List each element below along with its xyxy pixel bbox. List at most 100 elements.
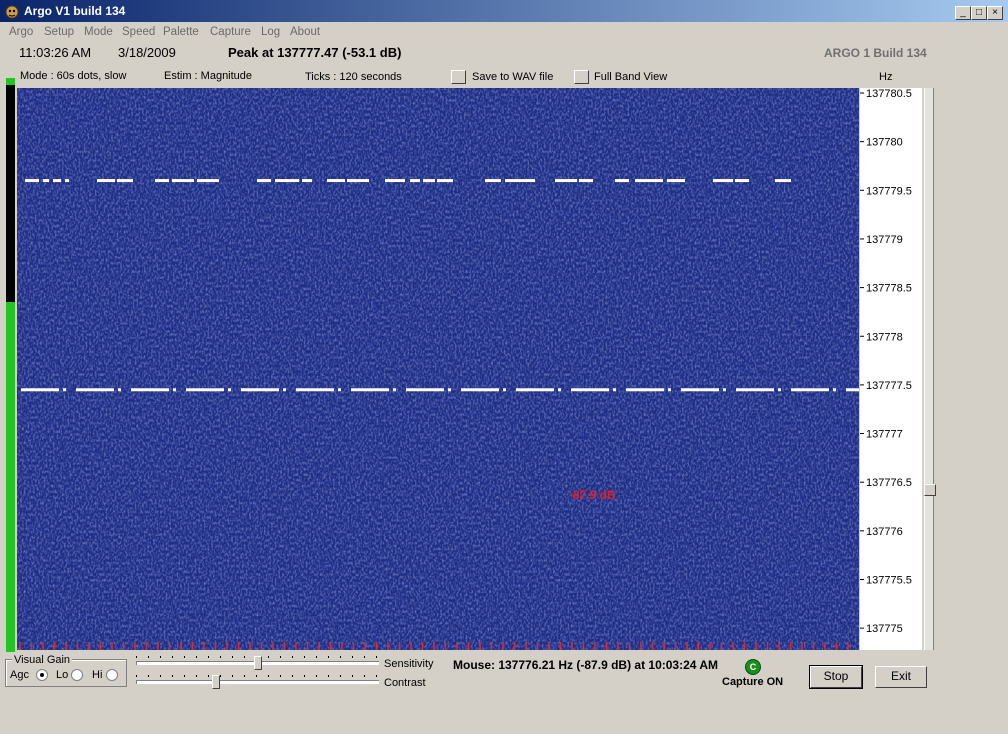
contrast-thumb[interactable]: [212, 675, 220, 689]
axis-label: 137778.5: [866, 283, 912, 295]
ticks-label: Ticks : 120 seconds: [305, 71, 402, 83]
menu-capture[interactable]: Capture: [210, 26, 251, 38]
save-wav-label[interactable]: Save to WAV file: [472, 71, 553, 83]
signal-dash: [735, 179, 749, 183]
full-band-checkbox[interactable]: [574, 70, 589, 84]
contrast-label: Contrast: [384, 677, 426, 689]
contrast-ticks: [136, 675, 378, 677]
lo-radio[interactable]: [71, 669, 83, 681]
scrollbar-thumb[interactable]: [924, 484, 936, 496]
signal-dash: [423, 179, 435, 183]
signal-dash: [347, 179, 369, 183]
title-bar: Argo V1 build 134 _ □ ×: [0, 0, 1008, 22]
clock-date: 3/18/2009: [118, 45, 176, 60]
signal-dash: [778, 388, 781, 392]
sensitivity-label: Sensitivity: [384, 658, 434, 670]
signal-dash: [172, 179, 194, 183]
signal-dash: [571, 388, 609, 392]
menu-setup[interactable]: Setup: [44, 26, 74, 38]
signal-dash: [228, 388, 231, 392]
cursor-db-readout: -87.9 dB: [569, 488, 616, 502]
visual-gain-group: Visual Gain Agc Lo Hi: [5, 654, 127, 687]
signal-dash: [516, 388, 554, 392]
hi-label[interactable]: Hi: [92, 669, 102, 681]
signal-dash: [197, 179, 219, 183]
frequency-axis: 137780.5 137780 137779.5 137779 137778.5 1377…: [860, 88, 922, 650]
gain-level-fill: [6, 302, 15, 652]
signal-dash: [53, 179, 61, 183]
minimize-button[interactable]: _: [955, 6, 971, 20]
signal-dash: [296, 388, 334, 392]
menu-log[interactable]: Log: [261, 26, 280, 38]
axis-label: 137776: [866, 526, 903, 538]
menu-speed[interactable]: Speed: [122, 26, 155, 38]
signal-dash: [117, 179, 133, 183]
menu-palette[interactable]: Palette: [163, 26, 199, 38]
close-button[interactable]: ×: [987, 6, 1003, 20]
spectrogram-display[interactable]: -87.9 dB: [17, 88, 859, 650]
maximize-button[interactable]: □: [971, 6, 987, 20]
signal-dash: [385, 179, 405, 183]
hi-radio[interactable]: [106, 669, 118, 681]
gain-level-cap: [6, 78, 15, 85]
gain-level-meter: [6, 78, 15, 652]
lo-label[interactable]: Lo: [56, 669, 68, 681]
signal-dash: [667, 179, 685, 183]
signal-dash: [186, 388, 224, 392]
signal-dash: [76, 388, 114, 392]
axis-unit-label: Hz: [879, 71, 893, 83]
signal-dash: [791, 388, 829, 392]
axis-label: 137777.5: [866, 380, 912, 392]
signal-dash: [338, 388, 341, 392]
window-title: Argo V1 build 134: [24, 4, 126, 18]
signal-dash: [63, 388, 66, 392]
signal-dash: [393, 388, 396, 392]
signal-dash: [410, 179, 420, 183]
agc-label[interactable]: Agc: [10, 669, 29, 681]
signal-dash: [43, 179, 49, 183]
signal-dash: [505, 179, 535, 183]
signal-dash: [833, 388, 836, 392]
signal-dash: [461, 388, 499, 392]
menu-about[interactable]: About: [290, 26, 320, 38]
signal-dash: [97, 179, 115, 183]
sensitivity-slider[interactable]: [136, 656, 379, 675]
signal-dash: [118, 388, 121, 392]
signal-dash: [713, 179, 733, 183]
signal-dash: [283, 388, 286, 392]
save-wav-checkbox[interactable]: [451, 70, 466, 84]
visual-gain-label: Visual Gain: [12, 654, 73, 666]
exit-button[interactable]: Exit: [875, 666, 927, 688]
signal-dash: [155, 179, 169, 183]
brand-label: ARGO 1 Build 134: [824, 46, 927, 60]
signal-dash: [579, 179, 593, 183]
signal-dash: [437, 179, 453, 183]
signal-dash: [241, 388, 279, 392]
axis-label: 137780: [866, 137, 903, 149]
estim-label: Estim : Magnitude: [164, 70, 253, 82]
spectrogram-noise: [17, 88, 859, 650]
signal-dash: [257, 179, 271, 183]
axis-label: 137778: [866, 331, 903, 343]
stop-button[interactable]: Stop: [809, 665, 863, 689]
axis-label: 137775.5: [866, 575, 912, 587]
signal-dash: [613, 388, 616, 392]
mode-label: Mode : 60s dots, slow: [20, 70, 127, 82]
axis-label: 137776.5: [866, 477, 912, 489]
menu-mode[interactable]: Mode: [84, 26, 113, 38]
sensitivity-thumb[interactable]: [254, 656, 262, 670]
axis-label: 137779.5: [866, 185, 912, 197]
signal-dash: [723, 388, 726, 392]
agc-radio[interactable]: [36, 669, 48, 681]
signal-dash: [626, 388, 664, 392]
menu-argo[interactable]: Argo: [9, 26, 33, 38]
signal-dash: [173, 388, 176, 392]
app-icon: [5, 5, 19, 19]
signal-dash: [351, 388, 389, 392]
signal-dash: [448, 388, 451, 392]
frequency-scrollbar[interactable]: [924, 88, 936, 650]
contrast-slider[interactable]: [136, 675, 379, 694]
full-band-label[interactable]: Full Band View: [594, 71, 667, 83]
signal-dash: [555, 179, 577, 183]
signal-dash: [846, 388, 859, 392]
